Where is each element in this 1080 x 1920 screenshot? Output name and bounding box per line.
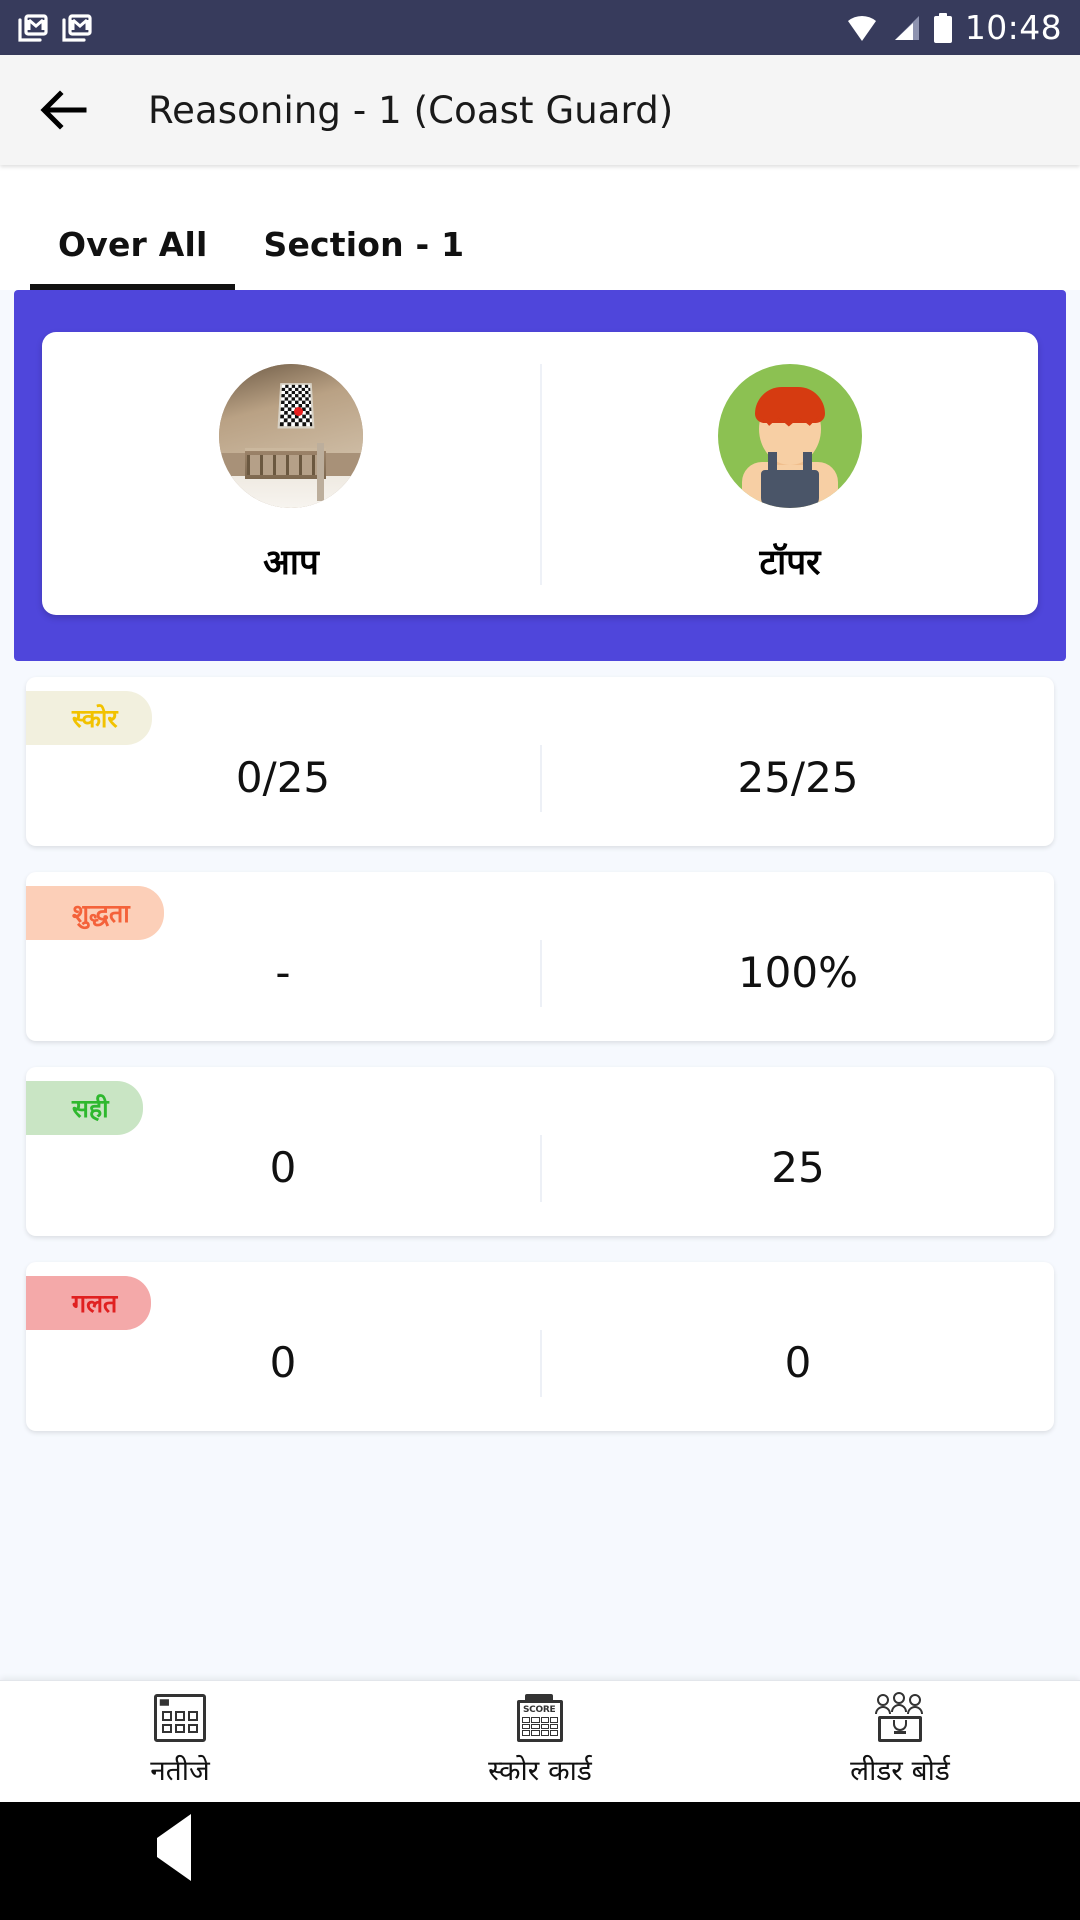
battery-full-icon xyxy=(933,12,952,43)
tab-over-all[interactable]: Over All xyxy=(30,225,236,290)
cellular-signal-icon xyxy=(891,14,921,42)
stat-badge-score: स्कोर xyxy=(26,691,152,745)
stat-value-topper-wrong: 0 xyxy=(540,1330,1054,1397)
comparison-hero-card: आप टॉपर xyxy=(14,290,1066,661)
wifi-icon xyxy=(846,14,878,42)
stat-values-accuracy: - 100% xyxy=(26,940,1054,1007)
stat-badge-accuracy: शुद्धता xyxy=(26,886,164,940)
tab-bar: Over All Section - 1 xyxy=(0,165,1080,290)
bottom-nav-label-leader-board: लीडर बोर्ड xyxy=(850,1754,950,1787)
nav-back-triangle-icon[interactable] xyxy=(157,1814,203,1884)
stat-value-you-accuracy: - xyxy=(275,948,291,997)
topper-cartoon-avatar xyxy=(718,364,862,508)
score-card-icon: SCORE xyxy=(514,1694,566,1742)
stat-value-you-wrong: 0 xyxy=(269,1338,297,1387)
comparison-inner-card: आप टॉपर xyxy=(42,332,1038,615)
stat-badge-wrong: गलत xyxy=(26,1276,152,1330)
status-bar-notifications xyxy=(18,13,92,43)
results-scroll-area[interactable]: आप टॉपर स्कोर 0/25 25/25 शुद्धता - 100% … xyxy=(0,290,1080,1680)
bottom-nav-item-leader-board[interactable]: लीडर बोर्ड xyxy=(720,1681,1080,1802)
app-root: 10:48 Reasoning - 1 (Coast Guard) Over A… xyxy=(0,0,1080,1920)
bottom-nav-label-results: नतीजे xyxy=(150,1754,210,1787)
back-arrow-icon[interactable] xyxy=(36,82,92,138)
stat-value-topper-score: 25/25 xyxy=(540,745,1054,812)
stat-card-correct: सही 0 25 xyxy=(26,1067,1054,1236)
hero-column-topper: टॉपर xyxy=(540,364,1038,585)
bottom-nav-item-results[interactable]: नतीजे xyxy=(0,1681,360,1802)
stat-card-score: स्कोर 0/25 25/25 xyxy=(26,677,1054,846)
stat-values-correct: 0 25 xyxy=(26,1135,1054,1202)
tab-section-1[interactable]: Section - 1 xyxy=(235,225,492,290)
page-title: Reasoning - 1 (Coast Guard) xyxy=(148,88,674,132)
nav-home-circle-icon[interactable] xyxy=(517,1838,563,1884)
stat-card-accuracy: शुद्धता - 100% xyxy=(26,872,1054,1041)
status-bar-clock: 10:48 xyxy=(964,8,1062,47)
bottom-nav-label-score-card: स्कोर कार्ड xyxy=(488,1754,592,1787)
stat-card-wrong: गलत 0 0 xyxy=(26,1262,1054,1431)
nav-recents-square-icon[interactable] xyxy=(877,1838,923,1884)
hero-column-you: आप xyxy=(42,364,540,585)
stat-value-topper-accuracy: 100% xyxy=(540,940,1054,1007)
bottom-navigation: नतीजे SCORE स्कोर कार्ड लीडर बोर्ड xyxy=(0,1680,1080,1802)
gmail-icon xyxy=(18,13,48,43)
stat-card-list: स्कोर 0/25 25/25 शुद्धता - 100% सही 0 25 xyxy=(0,661,1080,1431)
results-grid-icon xyxy=(154,1694,206,1742)
leaderboard-icon xyxy=(874,1692,926,1742)
stat-badge-correct: सही xyxy=(26,1081,143,1135)
hero-label-topper: टॉपर xyxy=(759,543,821,583)
stat-values-score: 0/25 25/25 xyxy=(26,745,1054,812)
status-bar-indicators: 10:48 xyxy=(846,11,1062,44)
user-photo-avatar xyxy=(219,364,363,508)
stat-value-you-correct: 0 xyxy=(269,1143,297,1192)
bottom-nav-item-score-card[interactable]: SCORE स्कोर कार्ड xyxy=(360,1681,720,1802)
stat-value-you-score: 0/25 xyxy=(235,753,331,802)
gmail-icon xyxy=(62,13,92,43)
hero-label-you: आप xyxy=(263,543,319,583)
stat-values-wrong: 0 0 xyxy=(26,1330,1054,1397)
android-navigation-bar xyxy=(0,1802,1080,1920)
stat-value-topper-correct: 25 xyxy=(540,1135,1054,1202)
app-bar: Reasoning - 1 (Coast Guard) xyxy=(0,55,1080,165)
status-bar: 10:48 xyxy=(0,0,1080,55)
